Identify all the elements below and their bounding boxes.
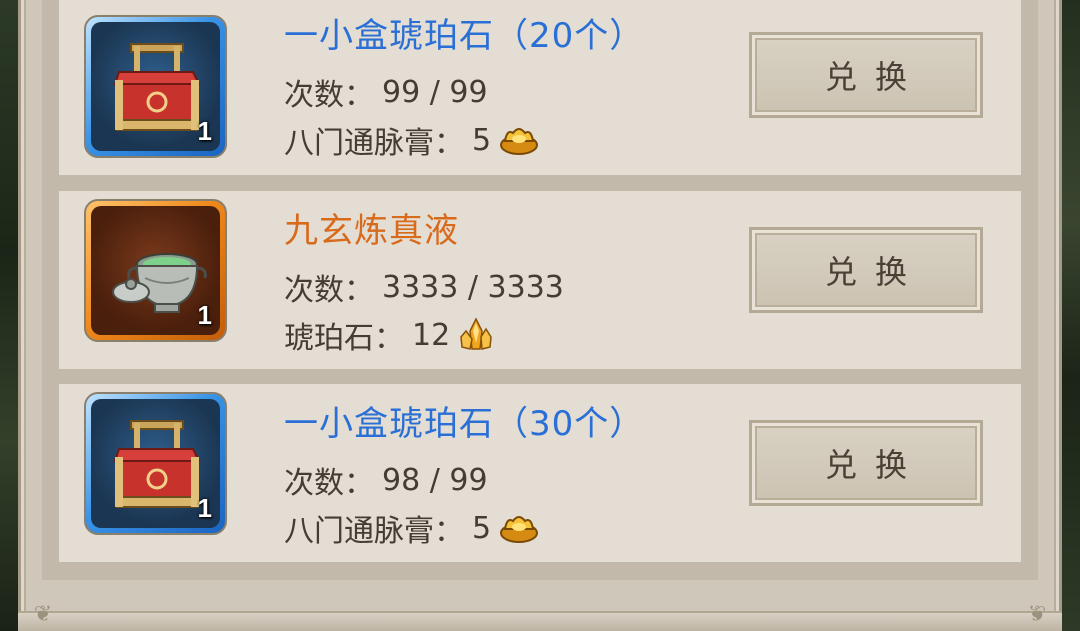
- count-value: 3333 / 3333: [382, 269, 564, 305]
- item-name: 一小盒琥珀石（20个）: [284, 16, 645, 56]
- cost-value: 5: [472, 122, 492, 158]
- item-quantity: 1: [197, 493, 212, 523]
- exchange-button-label: 兑换: [824, 253, 925, 291]
- count-label: 次数：: [284, 466, 374, 501]
- count-label: 次数：: [284, 273, 374, 308]
- panel-bottom-border: [18, 611, 1062, 631]
- exchange-cost: 八门通脉膏： 5: [284, 506, 539, 550]
- item-icon-frame[interactable]: 1: [84, 15, 227, 158]
- cost-value: 5: [472, 510, 492, 546]
- exchange-item-row: 1 一小盒琥珀石（30个） 次数： 98 / 99 八门通脉膏： 5 兑换: [59, 384, 1021, 562]
- exchange-item-row: 1 一小盒琥珀石（20个） 次数： 99 / 99 八门通脉膏： 5 兑换: [59, 0, 1021, 175]
- item-name: 九玄炼真液: [284, 211, 459, 251]
- amber-crystal-icon: [460, 317, 492, 350]
- count-value: 98 / 99: [382, 462, 488, 498]
- exchange-count: 次数： 3333 / 3333: [284, 265, 564, 309]
- exchange-cost: 八门通脉膏： 5: [284, 118, 539, 162]
- exchange-cost: 琥珀石： 12: [284, 313, 494, 357]
- exchange-count: 次数： 99 / 99: [284, 70, 488, 114]
- count-label: 次数：: [284, 78, 374, 113]
- exchange-button-label: 兑换: [824, 58, 925, 96]
- gold-ingot-icon: [500, 128, 539, 155]
- cost-value: 12: [412, 317, 451, 353]
- exchange-button[interactable]: 兑换: [749, 227, 983, 313]
- cost-label: 八门通脉膏：: [284, 514, 464, 549]
- count-value: 99 / 99: [382, 74, 488, 110]
- gold-ingot-icon: [500, 516, 539, 543]
- corner-ornament-icon: ❦: [1027, 601, 1047, 626]
- corner-ornament-icon: ❦: [33, 601, 53, 626]
- cost-label: 八门通脉膏：: [284, 126, 464, 161]
- exchange-item-row: 1 九玄炼真液 次数： 3333 / 3333 琥珀石： 12 兑换: [59, 191, 1021, 369]
- exchange-button[interactable]: 兑换: [749, 32, 983, 118]
- exchange-button[interactable]: 兑换: [749, 420, 983, 506]
- item-name: 一小盒琥珀石（30个）: [284, 404, 645, 444]
- item-icon-frame[interactable]: 1: [84, 199, 227, 342]
- exchange-button-label: 兑换: [824, 446, 925, 484]
- item-icon-frame[interactable]: 1: [84, 392, 227, 535]
- exchange-list[interactable]: 1 一小盒琥珀石（20个） 次数： 99 / 99 八门通脉膏： 5 兑换 1 …: [42, 0, 1038, 580]
- exchange-count: 次数： 98 / 99: [284, 458, 488, 502]
- cost-label: 琥珀石：: [284, 321, 404, 356]
- item-quantity: 1: [197, 300, 212, 330]
- item-quantity: 1: [197, 116, 212, 146]
